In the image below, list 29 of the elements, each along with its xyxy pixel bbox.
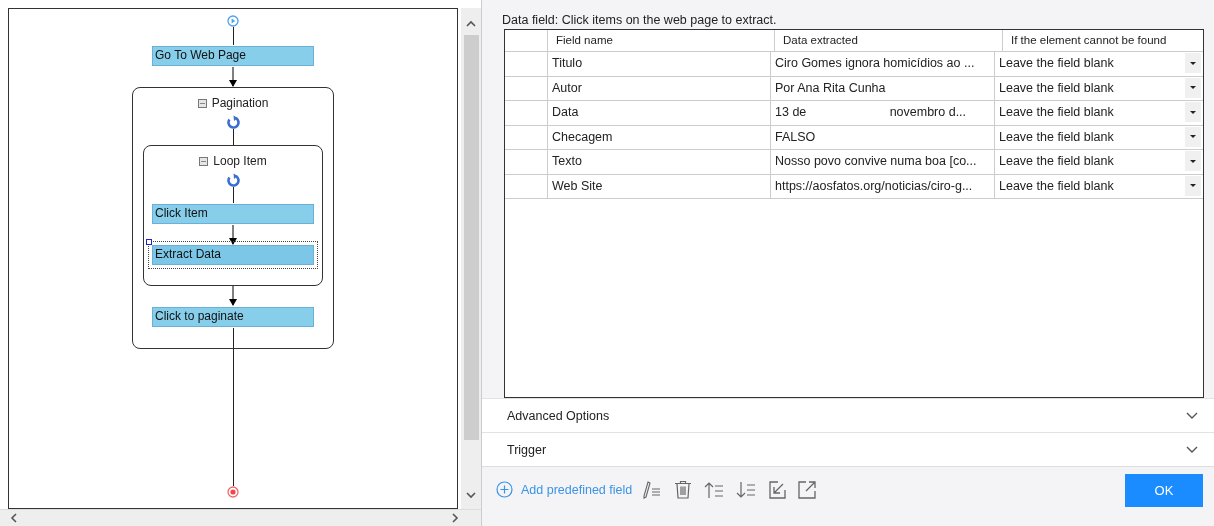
table-cell: https://aosfatos.org/noticias/ciro-g... <box>771 174 995 198</box>
table-cell: Autor <box>548 76 771 100</box>
dropdown-field[interactable]: Leave the field blank <box>995 76 1203 100</box>
table-cell: Titulo <box>548 52 771 76</box>
table-cell: Nosso povo convive numa boa [co... <box>771 150 995 174</box>
loop-label: Pagination <box>211 96 269 110</box>
loop-label: Loop Item <box>213 154 267 168</box>
table-cell: FALSO <box>771 125 995 149</box>
action-step[interactable]: Go To Web Page <box>152 46 314 66</box>
table-cell: Checagem <box>548 125 771 149</box>
panel-title: Data field: Click items on the web page to extract. <box>502 12 778 29</box>
column-header: Field name <box>548 30 775 51</box>
collapsible-section[interactable]: Advanced Options <box>482 398 1214 432</box>
dropdown-field[interactable]: Leave the field blank <box>995 52 1203 76</box>
action-step[interactable]: Click to paginate <box>152 307 314 327</box>
table-cell: Web Site <box>548 174 771 198</box>
table-cell: Ciro Gomes ignora homicídios ao ... <box>771 52 995 76</box>
dropdown-field[interactable]: Leave the field blank <box>995 174 1203 198</box>
table-cell: Texto <box>548 150 771 174</box>
column-header: If the element cannot be found <box>1010 33 1168 48</box>
action-step[interactable]: Click Item <box>152 204 314 224</box>
dropdown-field[interactable]: Leave the field blank <box>995 125 1203 149</box>
table-cell: Data <box>548 101 771 125</box>
dropdown-field[interactable]: Leave the field blank <box>995 150 1203 174</box>
column-header: Data extracted <box>775 30 1003 51</box>
table-cell: Por Ana Rita Cunha <box>771 76 995 100</box>
collapsible-section[interactable]: Trigger <box>482 432 1214 466</box>
table-cell: 13 de novembro d... <box>771 101 995 125</box>
dropdown-field[interactable]: Leave the field blank <box>995 101 1203 125</box>
